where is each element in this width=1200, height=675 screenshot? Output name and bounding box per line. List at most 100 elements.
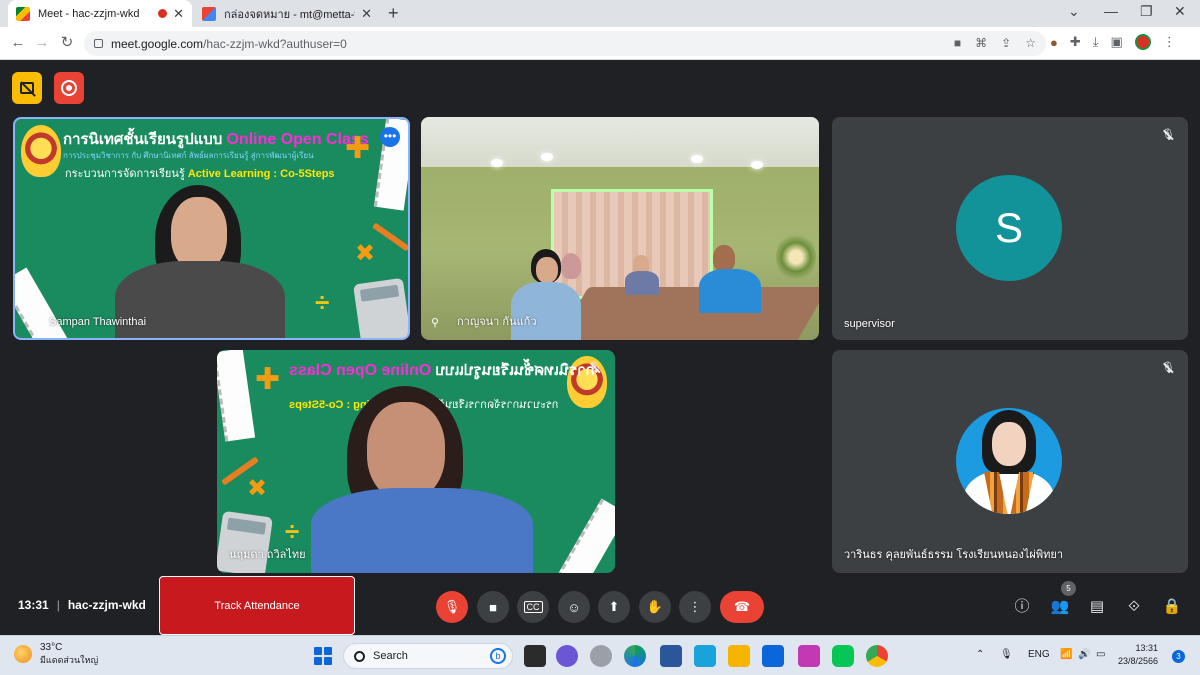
line-icon[interactable] [832,645,854,667]
chrome-icon[interactable] [866,645,888,667]
board-heading-mirrored: การนิเทศชั้นเรียนรูปแบบ Online Open Clas… [289,362,595,379]
captions-button[interactable]: CC [517,591,549,623]
windows-taskbar: 33°C มีแดดส่วนใหญ่ Search b ⌃ 🎙 ENG 📶 🔊 … [0,635,1200,675]
language-indicator[interactable]: ENG [1028,649,1050,660]
wifi-icon[interactable]: 📶 [1060,649,1072,660]
extensions-puzzle-icon[interactable]: ✚ [1070,34,1081,50]
board-heading: การนิเทศชั้นเรียนรูปแบบ Online Open Clas… [63,131,369,148]
recording-badge[interactable] [54,72,84,104]
lock-icon [94,39,103,48]
pin-icon[interactable]: ⚲ [25,314,35,328]
line-app-icon[interactable] [694,645,716,667]
tray-chevron-icon[interactable]: ⌃ [976,649,984,660]
camera-off-badge[interactable] [12,72,42,104]
task-view-icon[interactable] [524,645,546,667]
address-bar[interactable]: meet.google.com/hac-zzjm-wkd?authuser=0 … [84,31,1046,56]
participant-tile-sampan[interactable]: การนิเทศชั้นเรียนรูปแบบ Online Open Clas… [13,117,410,340]
reload-icon[interactable]: ↻ [57,33,77,53]
divide-decoration-icon: ÷ [285,516,300,546]
word-icon[interactable] [660,645,682,667]
chat-app-icon[interactable] [556,645,578,667]
raise-hand-button[interactable]: ✋ [639,591,671,623]
back-icon[interactable]: ← [8,33,28,53]
tab-gmail[interactable]: กล่องจดหมาย - mt@metta-tt.info - ✕ [194,0,380,27]
tab-title: กล่องจดหมาย - mt@metta-tt.info - [224,8,355,21]
present-button[interactable]: ⬆ [598,591,630,623]
close-tab-icon[interactable]: ✕ [361,6,372,22]
participant-tile-supervisor[interactable]: 🎙 S supervisor [832,117,1188,340]
url-path: /hac-zzjm-wkd?authuser=0 [203,36,347,51]
mic-off-icon: 🎙 [588,362,602,374]
school-emblem-icon [21,125,61,177]
plus-decoration-icon: ✚ [345,132,371,165]
participant-tile-naruemada[interactable]: การนิเทศชั้นเรียนรูปแบบ Online Open Clas… [217,350,615,573]
settings-app-icon[interactable] [590,645,612,667]
people-count-badge: 5 [1061,581,1076,596]
more-options-icon[interactable]: ••• [380,127,400,147]
participant-name: supervisor [844,318,895,330]
url-host: meet.google.com [111,36,204,51]
side-panel-icon[interactable]: ▣ [1111,34,1123,50]
track-attendance-button[interactable]: Track Attendance [159,576,355,635]
tab-search-icon[interactable]: ⌄ [1068,3,1080,20]
file-explorer-icon[interactable] [728,645,750,667]
battery-icon[interactable]: ▭ [1096,649,1105,660]
notification-badge[interactable]: 3 [1172,650,1185,663]
snipping-tool-icon[interactable] [798,645,820,667]
extension-owl-icon[interactable]: ● [1050,35,1058,50]
close-window-icon[interactable]: ✕ [1174,3,1186,20]
chat-icon[interactable]: ▤ [1087,597,1107,617]
meeting-code: hac-zzjm-wkd [67,598,146,612]
close-tab-icon[interactable]: ✕ [173,6,184,22]
divide-decoration-icon: ÷ [315,287,330,317]
edge-icon[interactable] [624,645,646,667]
bookmark-star-icon[interactable]: ☆ [1025,36,1036,50]
record-icon [61,80,77,96]
chrome-menu-icon[interactable]: ⋮ [1163,34,1176,50]
notebook-decoration [556,498,615,573]
mic-off-icon: 🎙 [443,599,461,614]
hang-up-button[interactable]: ☎ [720,591,764,623]
activities-icon[interactable]: ⟐ [1124,597,1144,617]
restore-icon[interactable]: ❐ [1140,3,1153,20]
video-off-icon [20,82,34,94]
raise-hand-icon: ✋ [646,599,664,614]
weather-widget[interactable]: 33°C มีแดดส่วนใหญ่ [14,642,98,666]
mail-icon[interactable] [762,645,784,667]
info-icon[interactable]: ⓘ [1012,597,1032,617]
search-label: Search [373,650,408,662]
start-button[interactable] [314,647,332,665]
participant-tile-kanchana[interactable]: ⚲ กาญจนา กันแก้ว [421,117,819,340]
emoji-button[interactable]: ☺ [558,591,590,623]
pin-icon[interactable]: ⚲ [431,316,441,330]
more-options-button[interactable]: ⋮ [679,591,711,623]
camera-toggle-button[interactable]: ■ [477,591,509,623]
forward-icon[interactable]: → [32,33,52,53]
taskbar-search[interactable]: Search b [343,643,513,669]
camera-icon: ■ [489,599,497,615]
downloads-icon[interactable]: ⤓ [1093,34,1099,50]
new-tab-button[interactable]: + [388,3,399,24]
pencil-decoration [372,222,408,252]
search-icon [354,650,365,662]
tab-meet[interactable]: Meet - hac-zzjm-wkd ✕ [8,0,192,27]
volume-icon[interactable]: 🔊 [1078,649,1090,660]
calculator-decoration [353,277,408,338]
minimize-icon[interactable]: — [1104,3,1118,19]
mic-toggle-button[interactable]: 🎙 [436,591,468,623]
system-clock[interactable]: 13:31 23/8/2566 [1118,642,1158,668]
microphone-tray-icon[interactable]: 🎙 [1000,649,1013,660]
profile-avatar[interactable] [1134,34,1151,50]
camera-in-use-icon[interactable]: ■ [954,36,961,50]
hang-up-icon: ☎ [733,599,751,614]
bing-icon[interactable]: b [490,648,506,664]
host-controls-icon[interactable]: 🔒 [1162,597,1182,617]
notebook-decoration [217,350,256,442]
recording-indicator-icon [158,9,168,18]
people-icon[interactable]: 👥 [1050,597,1070,617]
participant-tile-warinthorn[interactable]: 🎙 วารินธร คุลยพันธ์ธรรม โรงเรียนหนองไผ่พ… [832,350,1188,573]
translate-icon[interactable]: ⌘ [975,36,987,50]
weather-temp: 33°C [40,642,63,653]
share-icon[interactable]: ⇪ [1001,36,1011,50]
avatar: S [956,175,1062,281]
